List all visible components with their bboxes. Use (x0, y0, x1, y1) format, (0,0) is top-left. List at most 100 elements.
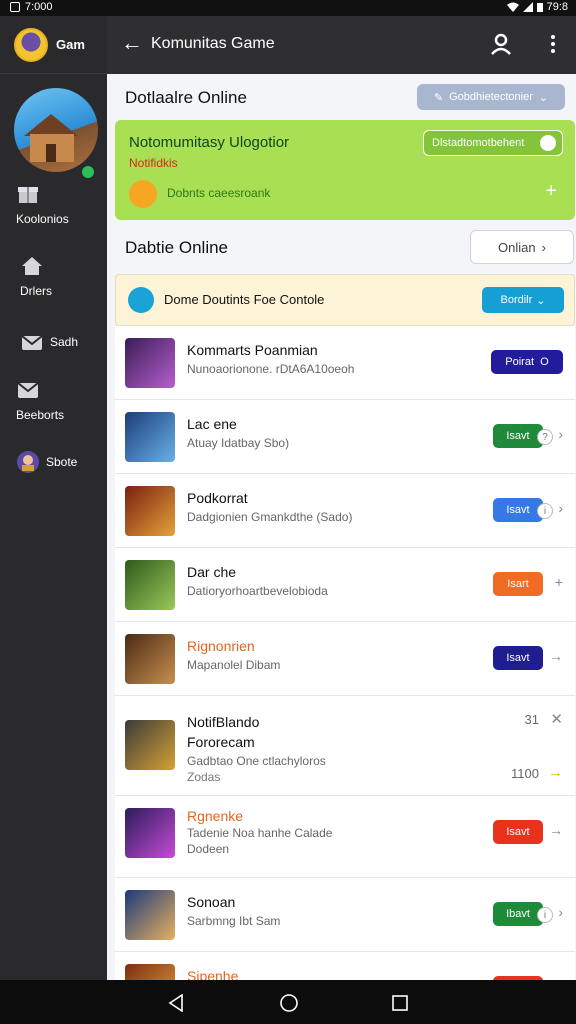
list-item[interactable]: Lac ene Atuay Idatbay Sbo) Isavt ? › (115, 400, 575, 474)
main-content: Dotlaalre Online ✎ Gobdhietectonier ⌄ No… (107, 74, 576, 980)
notification-icon (10, 2, 20, 12)
edit-icon: ✎ (433, 91, 444, 104)
item-action-button[interactable]: Poirat O (491, 350, 563, 374)
sidebar-item-beeborts[interactable]: Beeborts (16, 378, 64, 422)
item-name: Kommarts Poanmian (187, 342, 318, 358)
section-title-dabtie: Dabtie Online (125, 238, 229, 257)
game-avatar-thumbnail (125, 560, 175, 610)
page-title: Komunitas Game (151, 35, 275, 52)
promo-title: Notomumitasy Ulogotior (129, 134, 290, 151)
add-icon[interactable]: + (545, 180, 557, 203)
sidebar-header: Gam (0, 16, 107, 74)
item-subtitle: Sarbmng Ibt Sam (187, 914, 281, 928)
item-action-button[interactable]: Isavt (493, 498, 543, 522)
sidebar-item-label: Sbote (46, 455, 78, 469)
item-action-label: Isavt (506, 430, 530, 442)
item-name-line2: Fororecam (187, 734, 255, 750)
promo-toggle[interactable]: Dlstadtomotbehent (423, 130, 563, 156)
item-name: Rignonrien (187, 638, 255, 654)
item-action-label: Isavt (506, 652, 530, 664)
chevron-down-icon: ⌄ (538, 91, 549, 104)
item-subtitle-line2: Dodeen (187, 842, 230, 856)
online-button[interactable]: Onlian › (470, 230, 574, 264)
filter-dropdown[interactable]: ✎ Gobdhietectonier ⌄ (417, 84, 565, 110)
item-subtitle: Datioryorhoartbevelobioda (187, 584, 328, 598)
item-subtitle: Gadbtao One ctlachyloros (187, 754, 326, 768)
arrow-right-icon[interactable]: → (549, 822, 563, 838)
status-time: 7:000 (25, 1, 53, 13)
home-circle-icon[interactable] (279, 993, 299, 1013)
mail-icon (17, 382, 39, 398)
item-action-button[interactable]: Isavt (493, 820, 543, 844)
sidebar-item-koolonios[interactable]: Koolonios (16, 182, 69, 226)
online-button-label: Onlian (498, 239, 536, 255)
list-item[interactable]: Sonoan Sarbmng Ibt Sam Ibavt i › (115, 878, 575, 952)
list-item[interactable]: Podkorrat Dadgionien Gmankdthe (Sado) Is… (115, 474, 575, 548)
item-action-button[interactable]: Isavt (493, 424, 543, 448)
sidebar: Gam Koolonios Drlers Sadh Beeborts Sbote (0, 16, 107, 980)
promo-message: Dobnts caeesroank (167, 186, 271, 200)
info-badge-icon[interactable]: i (537, 907, 553, 923)
item-action-button[interactable]: Ibavt (493, 902, 543, 926)
sidebar-item-label: Sadh (50, 335, 79, 349)
list-item[interactable]: Dar che Datioryorhoartbevelobioda Isart … (115, 548, 575, 622)
item-subtitle-line2: Zodas (187, 770, 221, 784)
list-item[interactable]: NotifBlando Fororecam Gadbtao One ctlach… (115, 696, 575, 796)
sidebar-item-sadh[interactable]: Sadh (20, 330, 78, 354)
notice-button-label: Bordilr (500, 294, 533, 306)
sidebar-item-label: Drlers (20, 284, 52, 298)
member-list: Kommarts Poanmian Nunoaorionone. rDtA6A1… (115, 326, 575, 980)
item-name: NotifBlando (187, 714, 260, 730)
game-avatar-thumbnail (125, 964, 175, 980)
info-badge-icon[interactable]: i (537, 503, 553, 519)
sidebar-item-sbote[interactable]: Sbote (16, 450, 77, 474)
more-options-icon[interactable] (541, 32, 565, 56)
arrow-right-icon[interactable]: → (548, 764, 563, 781)
app-avatar[interactable] (14, 27, 48, 62)
item-action-button[interactable]: Isart (493, 572, 543, 596)
back-arrow-icon[interactable]: ← (121, 30, 143, 56)
item-subtitle: Nunoaorionone. rDtA6A10oeoh (187, 362, 355, 376)
game-avatar-thumbnail (125, 486, 175, 536)
chevron-right-icon: › (558, 426, 563, 442)
top-app-bar: ← Komunitas Game (107, 16, 576, 74)
item-action-button[interactable]: Isavt (493, 646, 543, 670)
close-icon[interactable]: ✕ (550, 710, 563, 728)
game-avatar-thumbnail (125, 808, 175, 858)
item-action-label: Isart (507, 578, 529, 590)
list-item[interactable]: Sipenhe (115, 952, 575, 980)
item-subtitle: Atuay Idatbay Sbo) (187, 436, 290, 450)
chevron-down-icon: ⌄ (536, 294, 546, 307)
item-subtitle: Dadgionien Gmankdthe (Sado) (187, 510, 353, 524)
system-nav-bar (0, 980, 576, 1024)
add-icon[interactable]: + (555, 574, 563, 590)
item-subtitle: Tadenie Noa hanhe Calade (187, 826, 333, 840)
profile-avatar[interactable] (14, 88, 98, 172)
help-icon[interactable]: ? (537, 429, 553, 445)
item-name: Rgnenke (187, 808, 244, 824)
list-item[interactable]: Rignonrien Mapanolel Dibam Isavt → (115, 622, 575, 696)
chevron-right-icon: › (558, 904, 563, 920)
filter-dropdown-label: Gobdhietectonier (449, 91, 533, 103)
back-triangle-icon[interactable] (168, 994, 184, 1012)
user-icon[interactable] (489, 32, 513, 56)
item-action-label: Poirat (505, 356, 535, 368)
house-roof-graphic (24, 114, 78, 136)
list-item[interactable]: Kommarts Poanmian Nunoaorionone. rDtA6A1… (115, 326, 575, 400)
gift-icon (18, 187, 38, 203)
signal-icon (522, 2, 533, 12)
list-item[interactable]: Rgnenke Tadenie Noa hanhe Calade Dodeen … (115, 796, 575, 878)
item-price: 1100 (511, 766, 539, 781)
item-name: Dar che (187, 564, 237, 580)
sidebar-item-drlers[interactable]: Drlers (20, 254, 52, 298)
recents-square-icon[interactable] (392, 995, 408, 1011)
promo-card: Notomumitasy Ulogotior Notifidkis Dlstad… (115, 120, 575, 220)
status-circle-icon: O (540, 356, 549, 368)
battery-icon (536, 3, 543, 12)
notice-text: Dome Doutints Foe Contole (164, 292, 325, 307)
arrow-right-icon[interactable]: → (549, 648, 563, 664)
item-action-label: Isavt (506, 826, 530, 838)
game-avatar-thumbnail (125, 720, 175, 770)
item-count: 31 (524, 712, 539, 727)
notice-button[interactable]: Bordilr ⌄ (482, 287, 564, 313)
